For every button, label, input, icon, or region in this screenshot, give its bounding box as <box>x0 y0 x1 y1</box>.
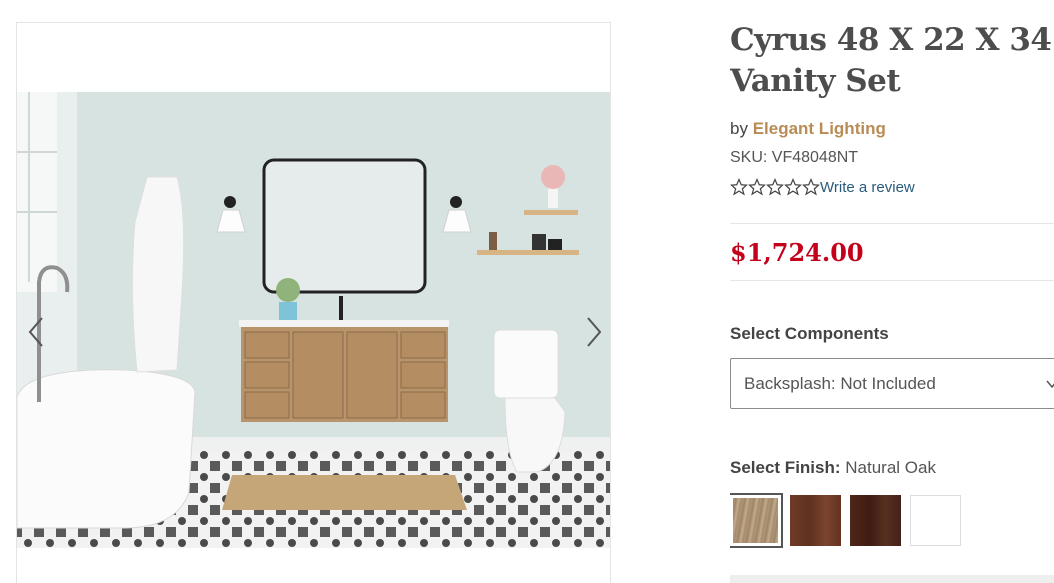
star-outline-icon <box>784 178 802 196</box>
sku-label: SKU: VF48048NT <box>730 149 859 166</box>
star-outline-icon <box>748 178 766 196</box>
product-photo[interactable] <box>17 92 610 548</box>
next-image-button[interactable] <box>581 312 607 352</box>
previous-image-button[interactable] <box>23 312 49 352</box>
brand-line: by Elegant Lighting <box>730 119 886 139</box>
finish-selected-value: Natural Oak <box>840 458 936 477</box>
by-prefix: by <box>730 119 753 138</box>
finish-label: Select Finish: Natural Oak <box>730 458 936 478</box>
product-title: Cyrus 48 X 22 X 34 inch Vanity Set <box>730 22 1054 99</box>
swatch-natural-oak[interactable] <box>730 493 783 548</box>
swatch-white-fill <box>910 495 961 546</box>
finish-swatches <box>730 493 970 548</box>
swatch-espresso[interactable] <box>850 495 901 546</box>
components-label: Select Components <box>730 324 889 343</box>
swatch-espresso-fill <box>850 495 901 546</box>
swatch-walnut-fill <box>790 495 841 546</box>
chevron-left-icon <box>28 317 43 347</box>
rating-row: Write a review <box>730 178 915 196</box>
divider <box>730 223 1054 224</box>
product-details: Cyrus 48 X 22 X 34 inch Vanity Set by El… <box>730 0 1054 583</box>
star-outline-icon <box>802 178 820 196</box>
rating-stars <box>730 178 820 196</box>
star-outline-icon <box>766 178 784 196</box>
product-image-gallery <box>16 22 611 583</box>
add-to-cart-area <box>730 575 1054 583</box>
finish-label-text: Select Finish: <box>730 458 841 477</box>
components-select[interactable]: Backsplash: Not Included <box>730 358 1054 409</box>
divider <box>730 280 1054 281</box>
swatch-white[interactable] <box>910 495 961 546</box>
brand-link[interactable]: Elegant Lighting <box>753 119 886 138</box>
components-select-value: Backsplash: Not Included <box>744 373 936 393</box>
swatch-walnut[interactable] <box>790 495 841 546</box>
swatch-natural-oak-fill <box>733 498 778 543</box>
chevron-right-icon <box>587 317 602 347</box>
write-review-link[interactable]: Write a review <box>820 179 915 196</box>
product-price: $1,724.00 <box>730 238 864 267</box>
chevron-down-icon <box>1046 380 1054 389</box>
star-outline-icon <box>730 178 748 196</box>
